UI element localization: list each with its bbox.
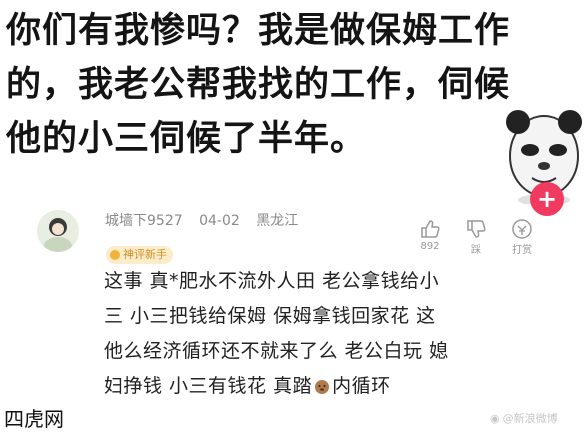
comment-actions: 892 踩 打赏 (414, 218, 538, 256)
comment-date: 04-02 (199, 213, 240, 229)
comment-line-3: 他么经济循环还不就来了么 老公白玩 媳 (104, 340, 449, 362)
comment-line-2: 三 小三把钱给保姆 保姆拿钱回家花 这 (104, 305, 436, 327)
badge-label: 神评新手 (123, 248, 167, 261)
comment-line-4: 妇挣钱 小三有钱花 真踏 内循环 (104, 369, 554, 404)
user-avatar[interactable] (37, 210, 79, 252)
like-button[interactable]: 892 (414, 218, 446, 256)
comment-line-1: 这事 真*肥水不流外人田 老公拿钱给小 (104, 270, 440, 292)
user-badge: 神评新手 (106, 246, 173, 264)
like-count: 892 (420, 241, 440, 252)
comment-location: 黑龙江 (256, 213, 299, 229)
post-headline: 你们有我惨吗？我是做保姆工作 的，我老公帮我找的工作，伺候 他的小三伺候了半年。 (6, 4, 526, 166)
dislike-button[interactable]: 踩 (460, 218, 492, 256)
dislike-label: 踩 (471, 245, 481, 256)
reward-button[interactable]: 打赏 (506, 218, 538, 256)
comment-line-4-end: 内循环 (332, 375, 391, 397)
user-watermark-text: @新浪微博 (502, 412, 558, 425)
user-watermark: ◉ @新浪微博 (490, 410, 558, 426)
headline-line-1: 你们有我惨吗？我是做保姆工作 (6, 11, 511, 51)
comment-line-4-start: 妇挣钱 小三有钱花 真踏 (104, 375, 313, 397)
weibo-icon: ◉ (490, 411, 500, 425)
comment-username[interactable]: 城墙下9527 (105, 213, 183, 229)
headline-line-2: 的，我老公帮我找的工作，伺候 (6, 65, 511, 105)
site-watermark: 四虎网 (4, 407, 64, 431)
comment-text: 这事 真*肥水不流外人田 老公拿钱给小 三 小三把钱给保姆 保姆拿钱回家花 这 … (104, 264, 554, 404)
thumbs-down-icon (467, 220, 486, 238)
thumbs-up-icon (421, 220, 440, 238)
reward-icon (512, 219, 532, 239)
dog-emoji-icon (315, 380, 330, 394)
reward-label: 打赏 (512, 245, 532, 256)
badge-icon (110, 250, 120, 260)
headline-line-3: 他的小三伺候了半年。 (6, 119, 367, 159)
comment-meta: 城墙下9527 04-02 黑龙江 (105, 210, 310, 230)
